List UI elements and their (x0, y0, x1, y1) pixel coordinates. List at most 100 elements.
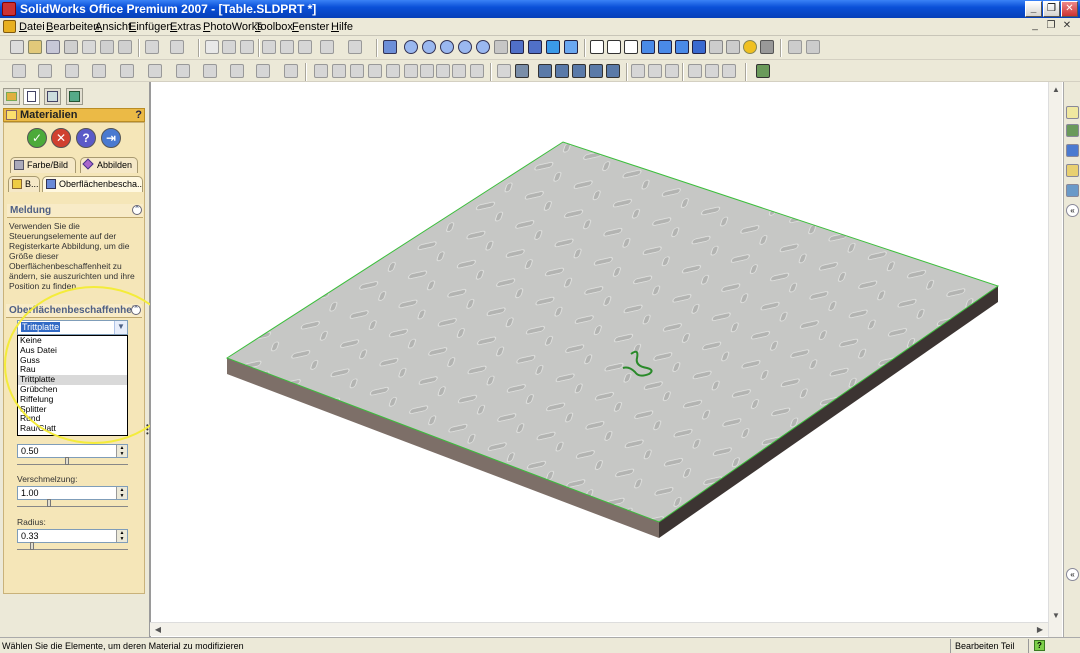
propertymanager-tab[interactable] (23, 88, 40, 105)
menu-ansicht[interactable]: Ansicht (95, 21, 131, 33)
slider-thumb[interactable] (46, 499, 51, 507)
render-icon[interactable] (515, 64, 529, 78)
photoworks-options2-icon[interactable] (665, 64, 679, 78)
material-icon[interactable] (631, 64, 645, 78)
note-icon[interactable] (348, 40, 362, 54)
mirror-icon[interactable] (284, 64, 298, 78)
grid-icon[interactable] (262, 40, 276, 54)
graphics-viewport[interactable] (150, 82, 1063, 637)
decal-icon[interactable] (648, 64, 662, 78)
menu-bearbeiten[interactable]: Bearbeiten (46, 21, 99, 33)
vertical-scrollbar[interactable]: ▲ ▼ (1048, 82, 1062, 637)
zoom-in-icon[interactable] (440, 40, 454, 54)
property-manager-icon[interactable] (705, 64, 719, 78)
ok-button[interactable]: ✓ (27, 128, 47, 148)
shadows-icon[interactable] (675, 40, 689, 54)
scroll-up-icon[interactable]: ▲ (1050, 84, 1062, 96)
revolve-icon[interactable] (38, 64, 52, 78)
search-icon[interactable] (1066, 164, 1079, 177)
sweep-icon[interactable] (65, 64, 79, 78)
spin-arrows-icon[interactable]: ▲ ▼ (116, 487, 127, 499)
texture-dropdown[interactable]: Trittplatte ▼ (17, 320, 128, 335)
shaded-icon[interactable] (658, 40, 672, 54)
configuration-manager-icon[interactable] (722, 64, 736, 78)
scroll-left-icon[interactable]: ◀ (152, 624, 164, 636)
cut-icon[interactable] (100, 40, 114, 54)
hidden-lines-visible-icon[interactable] (607, 40, 621, 54)
redo-icon[interactable] (170, 40, 184, 54)
shaded-with-edges-icon[interactable] (641, 40, 655, 54)
minimize-button[interactable]: _ (1025, 1, 1042, 17)
save-icon[interactable] (46, 40, 60, 54)
texture-section-header[interactable]: Oberflächenbeschaffenheit ⌃ (6, 304, 142, 318)
expand-icon[interactable]: « (1066, 568, 1079, 581)
open-folder-icon[interactable] (28, 40, 42, 54)
view-cube-icon[interactable] (564, 40, 578, 54)
combine-icon[interactable] (452, 64, 466, 78)
menu-photoworks[interactable]: PhotoWorks (203, 21, 263, 33)
home-icon[interactable] (1066, 106, 1079, 119)
photoworks-options-icon[interactable] (806, 40, 820, 54)
solidworks-app-icon[interactable] (2, 2, 16, 16)
help-icon[interactable]: ? (135, 109, 142, 121)
photoworks-render-icon[interactable] (788, 40, 802, 54)
chamfer-icon[interactable] (148, 64, 162, 78)
move-body-icon[interactable] (470, 64, 484, 78)
print-preview-icon[interactable] (82, 40, 96, 54)
perspective-icon[interactable] (709, 40, 723, 54)
collapse-icon[interactable]: « (1066, 204, 1079, 217)
collapse-icon[interactable]: ⌃ (132, 205, 142, 215)
menu-fenster[interactable]: Fenster (292, 21, 329, 33)
render-last-icon[interactable] (555, 64, 569, 78)
design-library-icon[interactable] (1066, 124, 1079, 137)
cancel-button[interactable]: ✕ (51, 128, 71, 148)
loft-icon[interactable] (92, 64, 106, 78)
copy-icon[interactable] (118, 40, 132, 54)
scale-spinbox[interactable]: 0.50 ▲ ▼ (17, 444, 128, 458)
scroll-right-icon[interactable]: ▶ (1034, 624, 1046, 636)
texture-option[interactable]: Rau/Glatt (18, 423, 127, 434)
slider-thumb[interactable] (65, 457, 70, 465)
menu-toolbox[interactable]: Toolbox (255, 21, 293, 33)
coordinate-system-icon[interactable] (350, 64, 364, 78)
spin-arrows-icon[interactable]: ▲ ▼ (116, 530, 127, 542)
menu-extras[interactable]: Extras (170, 21, 201, 33)
zoom-area-icon[interactable] (422, 40, 436, 54)
featuremanager-tab[interactable] (3, 88, 20, 105)
scale-slider[interactable] (17, 457, 128, 465)
select-arrow-icon[interactable] (205, 40, 219, 54)
rib-icon[interactable] (230, 64, 244, 78)
menu-einfuegen[interactable]: Einfügen (129, 21, 172, 33)
section-view-icon[interactable] (692, 40, 706, 54)
scroll-down-icon[interactable]: ▼ (1050, 610, 1062, 622)
undo-icon[interactable] (145, 40, 159, 54)
sketch-icon[interactable] (320, 40, 334, 54)
realview-icon[interactable] (726, 40, 740, 54)
radius-spinbox[interactable]: 0.33 ▲ ▼ (17, 529, 128, 543)
chevron-down-icon[interactable]: ▼ (114, 321, 127, 334)
feature-manager-icon[interactable] (688, 64, 702, 78)
blend-spinbox[interactable]: 1.00 ▲ ▼ (17, 486, 128, 500)
zoom-fit-icon[interactable] (404, 40, 418, 54)
rebuild-icon[interactable] (222, 40, 236, 54)
rotate-icon[interactable] (476, 40, 490, 54)
reference-axis-icon[interactable] (332, 64, 346, 78)
roll-view-icon[interactable] (494, 40, 508, 54)
tab-mapping[interactable]: Abbilden (80, 157, 138, 173)
tab-surface-texture[interactable]: Oberflächenbescha... (42, 176, 143, 192)
blend-slider[interactable] (17, 499, 128, 507)
new-document-icon[interactable] (10, 40, 24, 54)
reference-plane-icon[interactable] (314, 64, 328, 78)
scene-icon[interactable] (589, 64, 603, 78)
render-area-icon[interactable] (538, 64, 552, 78)
split-icon[interactable] (420, 64, 434, 78)
slider-thumb[interactable] (29, 542, 34, 550)
collapse-icon[interactable]: ⌃ (131, 305, 141, 315)
pan-icon[interactable] (510, 40, 524, 54)
photoworks-tab[interactable] (66, 88, 83, 105)
draft-icon[interactable] (203, 64, 217, 78)
menu-datei[interactable]: Datei (19, 21, 45, 33)
print-icon[interactable] (64, 40, 78, 54)
extrude-icon[interactable] (12, 64, 26, 78)
layout-icon[interactable] (298, 40, 312, 54)
